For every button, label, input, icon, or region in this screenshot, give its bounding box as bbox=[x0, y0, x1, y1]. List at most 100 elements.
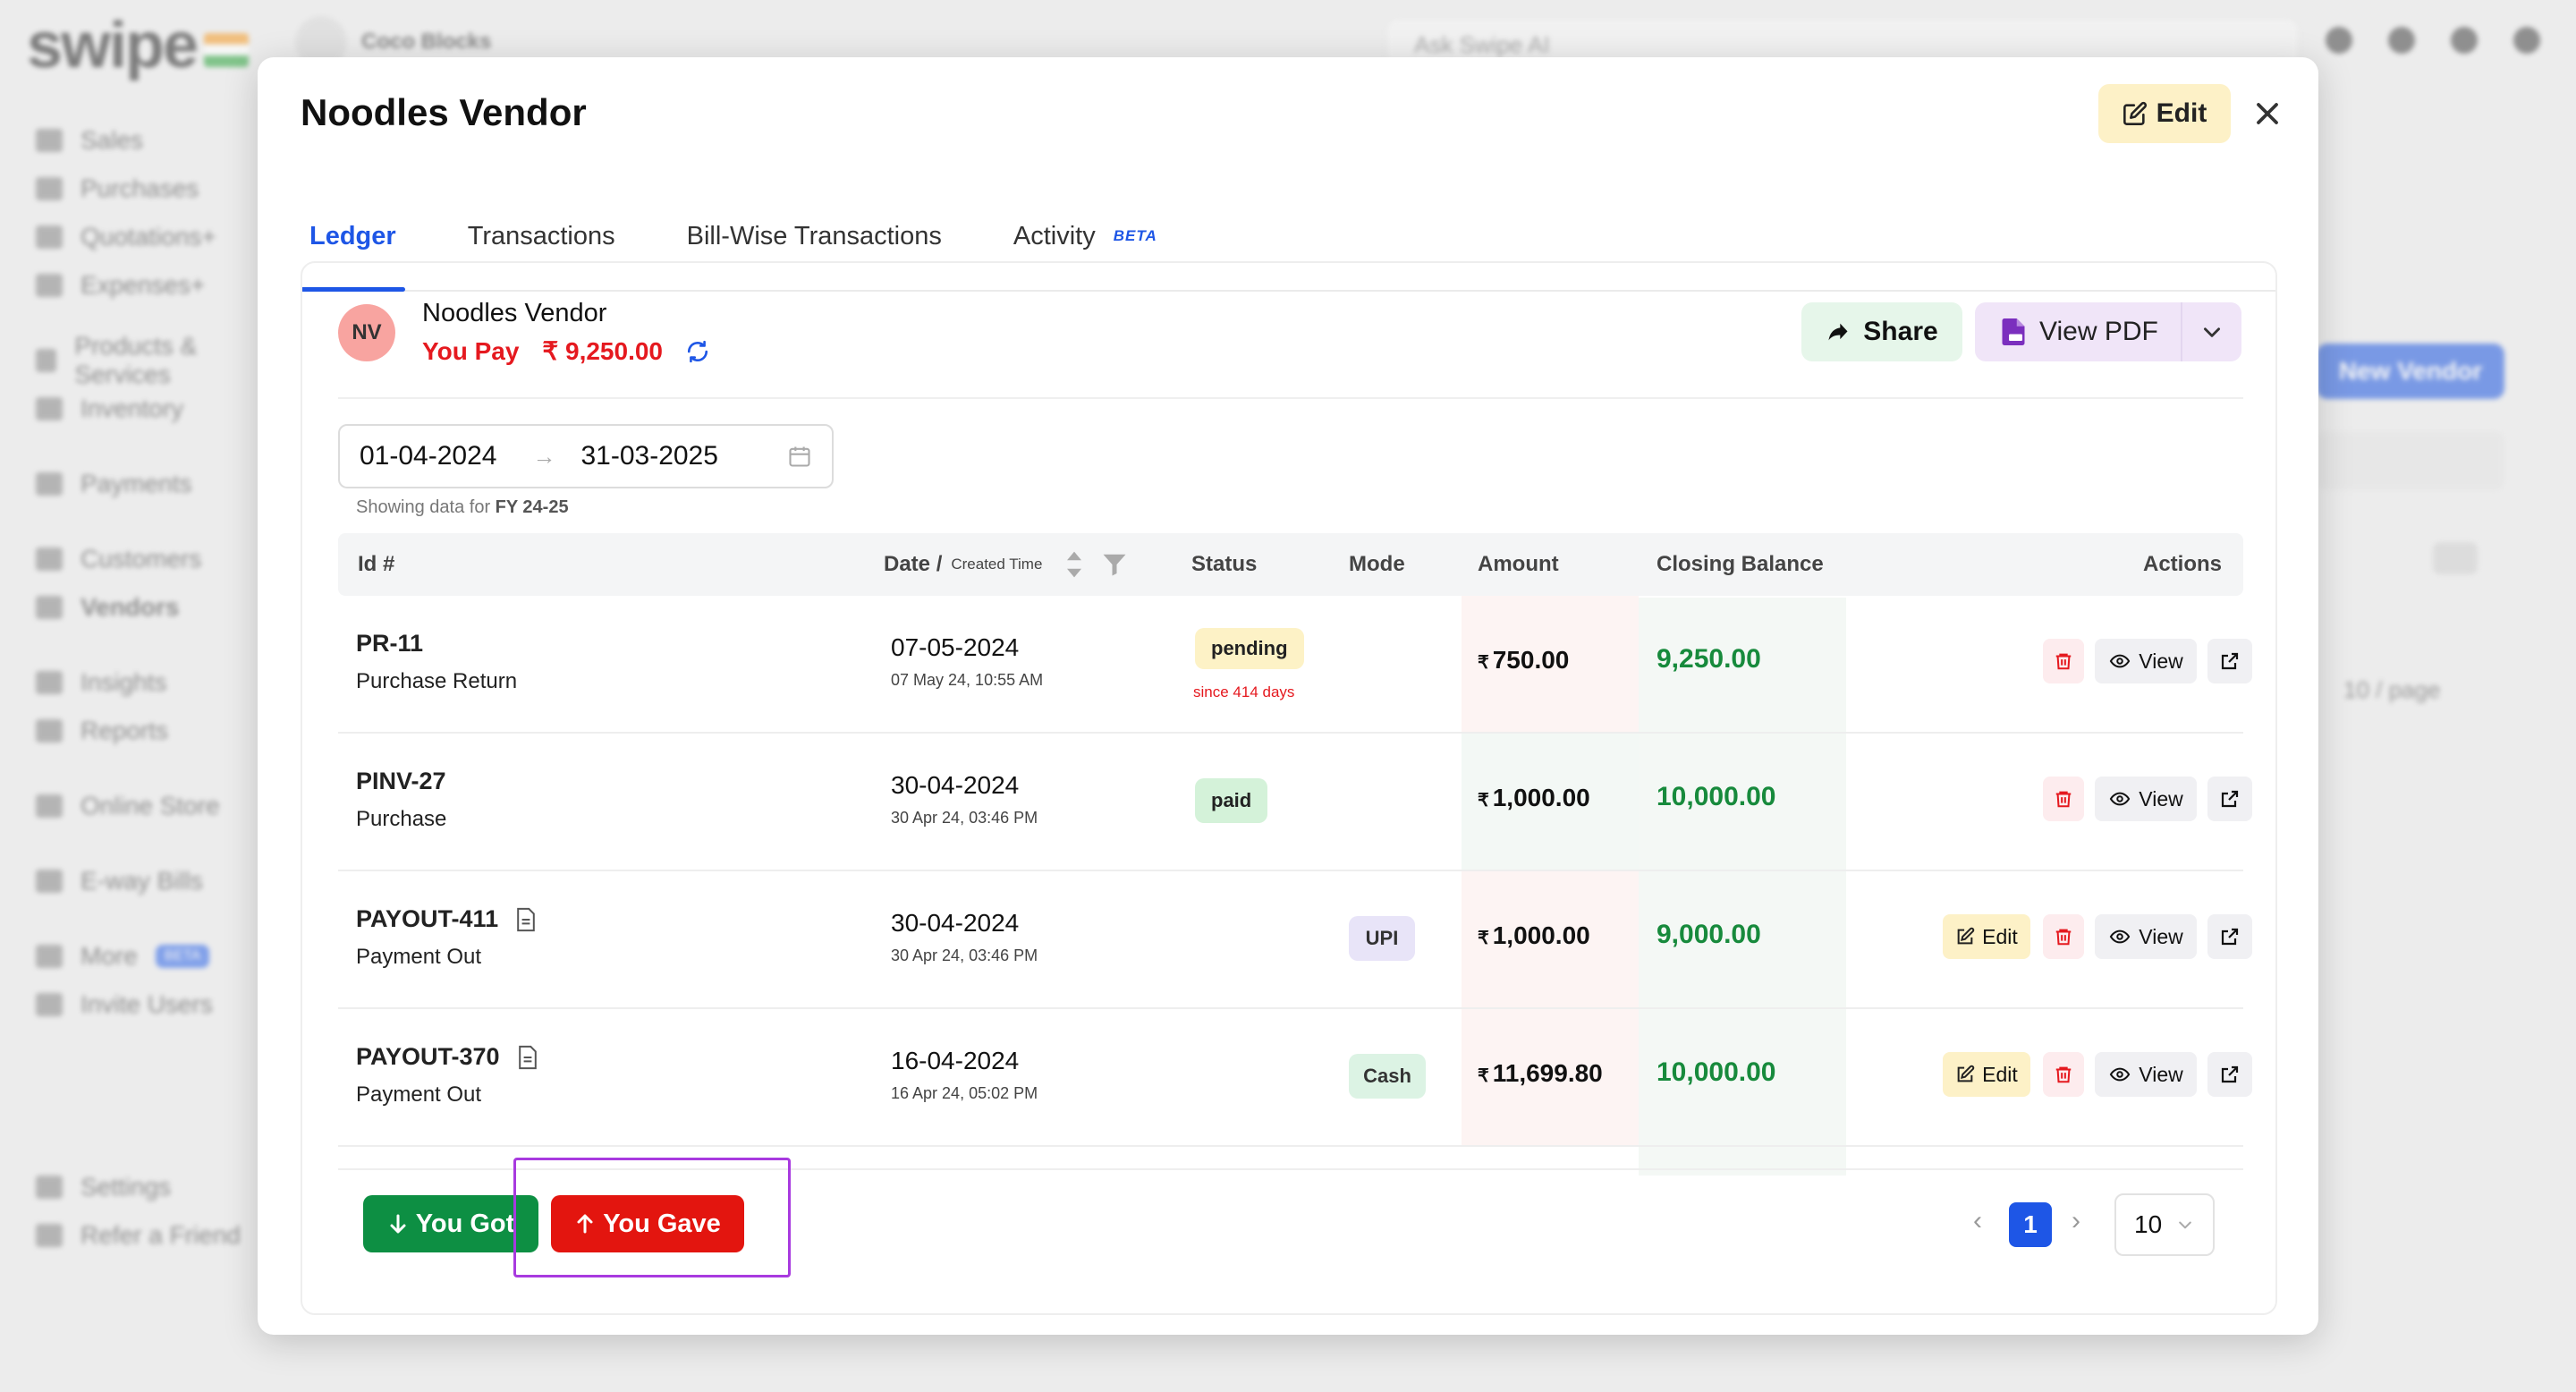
pending-since: since 414 days bbox=[1193, 683, 1295, 700]
user-icon bbox=[36, 547, 63, 571]
edit-icon bbox=[1957, 927, 1975, 945]
table-row[interactable]: PAYOUT-370 Payment Out 16-04-2024 16 Apr… bbox=[338, 1009, 2252, 1147]
sidebar-item-inventory[interactable]: Inventory bbox=[36, 385, 250, 433]
sidebar-item-products[interactable]: Products & Services bbox=[36, 332, 250, 388]
sidebar-item-refer[interactable]: Refer a Friend bbox=[36, 1211, 250, 1260]
edit-vendor-button[interactable]: Edit bbox=[2098, 84, 2231, 143]
col-date[interactable]: Date / Created Time bbox=[884, 533, 1128, 596]
sidebar-item-invite-users[interactable]: Invite Users bbox=[36, 980, 250, 1029]
view-button[interactable]: View bbox=[2095, 914, 2197, 959]
col-mode: Mode bbox=[1349, 552, 1405, 576]
store-icon bbox=[36, 794, 63, 818]
ledger-card: NV Noodles Vendor You Pay ₹ 9,250.00 Sha… bbox=[301, 261, 2277, 1315]
gift-icon[interactable] bbox=[2451, 27, 2478, 54]
mode-badge: UPI bbox=[1349, 916, 1415, 961]
delete-button[interactable] bbox=[2043, 777, 2084, 821]
open-external-button[interactable] bbox=[2207, 1052, 2252, 1097]
lightning-icon[interactable] bbox=[2326, 27, 2352, 54]
sidebar-item-settings[interactable]: Settings bbox=[36, 1163, 250, 1211]
fy-note: Showing data for FY 24-25 bbox=[356, 497, 569, 517]
open-external-button[interactable] bbox=[2207, 777, 2252, 821]
view-button[interactable]: View bbox=[2095, 1052, 2197, 1097]
table-row[interactable]: PAYOUT-411 Payment Out 30-04-2024 30 Apr… bbox=[338, 871, 2252, 1009]
edit-button[interactable]: Edit bbox=[1943, 1052, 2030, 1097]
truck-icon bbox=[36, 870, 63, 893]
sidebar-item-reports[interactable]: Reports bbox=[36, 707, 250, 755]
profile-icon[interactable] bbox=[2513, 27, 2540, 54]
external-link-icon bbox=[2221, 790, 2239, 808]
transaction-date: 30-04-2024 bbox=[891, 909, 1020, 937]
you-pay-summary: You Pay ₹ 9,250.00 bbox=[422, 336, 709, 366]
closing-balance: 9,250.00 bbox=[1657, 644, 1761, 674]
transaction-created-time: 30 Apr 24, 03:46 PM bbox=[891, 809, 1038, 827]
transaction-created-time: 07 May 24, 10:55 AM bbox=[891, 671, 1044, 689]
transaction-id[interactable]: PAYOUT-370 bbox=[356, 1043, 538, 1071]
pdf-options-dropdown[interactable] bbox=[2182, 302, 2241, 361]
sidebar-item-payments[interactable]: Payments bbox=[36, 460, 250, 508]
sidebar-item-eway-bills[interactable]: E-way Bills bbox=[36, 857, 250, 905]
sidebar-item-purchases[interactable]: Purchases bbox=[36, 165, 250, 213]
refresh-icon[interactable] bbox=[686, 340, 709, 363]
delete-button[interactable] bbox=[2043, 639, 2084, 683]
beta-badge: BETA bbox=[155, 945, 210, 968]
eye-icon bbox=[2110, 929, 2131, 944]
you-pay-label: You Pay bbox=[422, 336, 520, 365]
date-from[interactable]: 01-04-2024 bbox=[360, 441, 496, 471]
you-got-button[interactable]: You Got bbox=[363, 1195, 538, 1252]
page-number-current[interactable]: 1 bbox=[2009, 1202, 2052, 1247]
document-icon[interactable] bbox=[518, 1045, 538, 1070]
open-external-button[interactable] bbox=[2207, 914, 2252, 959]
sidebar-item-more[interactable]: More BETA bbox=[36, 932, 250, 980]
delete-button[interactable] bbox=[2043, 1052, 2084, 1097]
sidebar-item-online-store[interactable]: Online Store bbox=[36, 782, 250, 830]
invite-icon bbox=[36, 993, 63, 1016]
transaction-id[interactable]: PINV-27 bbox=[356, 768, 446, 795]
document-icon[interactable] bbox=[516, 907, 536, 932]
transaction-amount: ₹750.00 bbox=[1478, 646, 1570, 674]
sidebar-item-vendors[interactable]: Vendors bbox=[36, 583, 250, 632]
chevron-right-icon[interactable]: › bbox=[2072, 1206, 2080, 1236]
modal-title: Noodles Vendor bbox=[301, 91, 587, 133]
per-page-select[interactable]: 10 / page bbox=[2343, 676, 2440, 704]
filter-icon[interactable] bbox=[1101, 551, 1128, 578]
notification-icon[interactable] bbox=[2388, 27, 2415, 54]
background-filter-bar bbox=[2317, 431, 2504, 490]
share-button[interactable]: Share bbox=[1801, 302, 1962, 361]
status-badge: paid bbox=[1195, 778, 1268, 823]
closing-balance: 9,000.00 bbox=[1657, 920, 1761, 949]
new-vendor-button[interactable]: New Vendor bbox=[2317, 344, 2504, 399]
status-badge: pending bbox=[1195, 628, 1304, 669]
sidebar-item-sales[interactable]: Sales bbox=[36, 116, 250, 165]
date-range-picker[interactable]: 01-04-2024 → 31-03-2025 bbox=[338, 424, 834, 488]
sidebar-item-customers[interactable]: Customers bbox=[36, 535, 250, 583]
transaction-date: 30-04-2024 bbox=[891, 771, 1020, 799]
sidebar: Sales Purchases Quotations+ Expenses+ Pr… bbox=[36, 116, 250, 1260]
view-button[interactable]: View bbox=[2095, 639, 2197, 683]
table-header: Id # Date / Created Time Status Mode Amou… bbox=[338, 533, 2243, 596]
vendor-avatar: NV bbox=[338, 304, 395, 361]
sidebar-item-expenses[interactable]: Expenses+ bbox=[36, 261, 250, 310]
page-size-select[interactable]: 10 bbox=[2114, 1193, 2215, 1256]
eye-icon bbox=[2110, 1067, 2131, 1082]
india-flag-icon bbox=[204, 32, 250, 67]
external-link-icon bbox=[2221, 1065, 2239, 1083]
pdf-file-icon bbox=[2002, 318, 2025, 345]
view-pdf-button[interactable]: View PDF bbox=[1975, 302, 2182, 361]
eye-icon bbox=[2110, 792, 2131, 806]
date-to[interactable]: 31-03-2025 bbox=[580, 441, 717, 471]
edit-button[interactable]: Edit bbox=[1943, 914, 2030, 959]
close-button[interactable] bbox=[2245, 91, 2290, 136]
transaction-id[interactable]: PAYOUT-411 bbox=[356, 905, 536, 933]
table-row[interactable]: PINV-27 Purchase 30-04-2024 30 Apr 24, 0… bbox=[338, 734, 2252, 871]
header-divider bbox=[338, 397, 2243, 399]
chevron-left-icon[interactable]: ‹ bbox=[1973, 1206, 1982, 1236]
view-button[interactable]: View bbox=[2095, 777, 2197, 821]
sidebar-item-quotations[interactable]: Quotations+ bbox=[36, 213, 250, 261]
sort-icon[interactable] bbox=[1065, 550, 1083, 579]
table-row[interactable]: PR-11 Purchase Return 07-05-2024 07 May … bbox=[338, 596, 2252, 734]
open-external-button[interactable] bbox=[2207, 639, 2252, 683]
delete-button[interactable] bbox=[2043, 914, 2084, 959]
top-icons bbox=[2326, 27, 2540, 54]
sidebar-item-insights[interactable]: Insights bbox=[36, 658, 250, 707]
transaction-id[interactable]: PR-11 bbox=[356, 630, 423, 658]
